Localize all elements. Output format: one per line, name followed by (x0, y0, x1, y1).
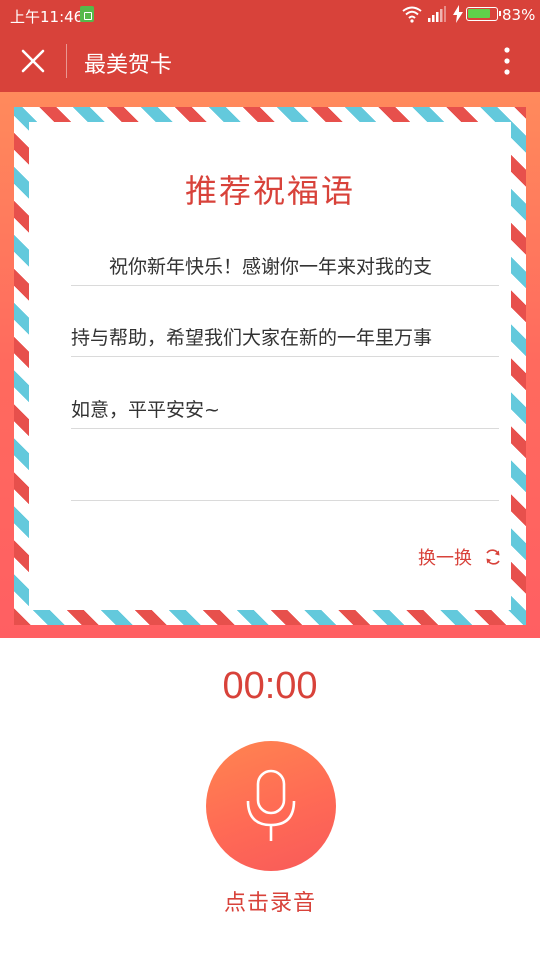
sim-icon (80, 6, 94, 22)
charging-bolt-icon (453, 5, 463, 23)
battery-icon (466, 7, 501, 21)
page-title: 最美贺卡 (84, 53, 173, 78)
title-divider (66, 44, 67, 78)
status-bar: 上午11:46 83% (0, 0, 540, 30)
blessing-line[interactable] (71, 467, 499, 491)
record-timer: 00:00 (222, 665, 318, 707)
record-button[interactable] (206, 741, 336, 871)
close-icon[interactable] (20, 48, 46, 74)
signal-icon (428, 6, 446, 22)
greeting-card: 推荐祝福语 祝你新年快乐！感谢你一年来对我的支 持与帮助，希望我们大家在新的一年… (14, 107, 526, 625)
blessing-line[interactable]: 持与帮助，希望我们大家在新的一年里万事 (71, 323, 499, 347)
refresh-label: 换一换 (418, 548, 472, 569)
battery-percent: 83% (502, 6, 536, 24)
refresh-icon (486, 549, 500, 565)
line-divider (71, 428, 499, 429)
line-divider (71, 500, 499, 501)
title-bar: 最美贺卡 (0, 30, 540, 92)
line-divider (71, 356, 499, 357)
record-label[interactable]: 点击录音 (0, 885, 540, 917)
wifi-icon (402, 6, 422, 23)
more-vertical-icon[interactable] (496, 45, 518, 77)
microphone-icon (246, 769, 296, 841)
battery-level (468, 9, 491, 18)
refresh-button[interactable]: 换一换 (418, 544, 502, 570)
line-divider (71, 285, 499, 286)
card-body: 推荐祝福语 祝你新年快乐！感谢你一年来对我的支 持与帮助，希望我们大家在新的一年… (29, 122, 511, 610)
blessing-line[interactable]: 祝你新年快乐！感谢你一年来对我的支 (71, 252, 499, 276)
status-time: 上午11:46 (10, 8, 84, 26)
card-title: 推荐祝福语 (184, 172, 355, 210)
blessing-line[interactable]: 如意，平平安安~ (71, 395, 499, 419)
